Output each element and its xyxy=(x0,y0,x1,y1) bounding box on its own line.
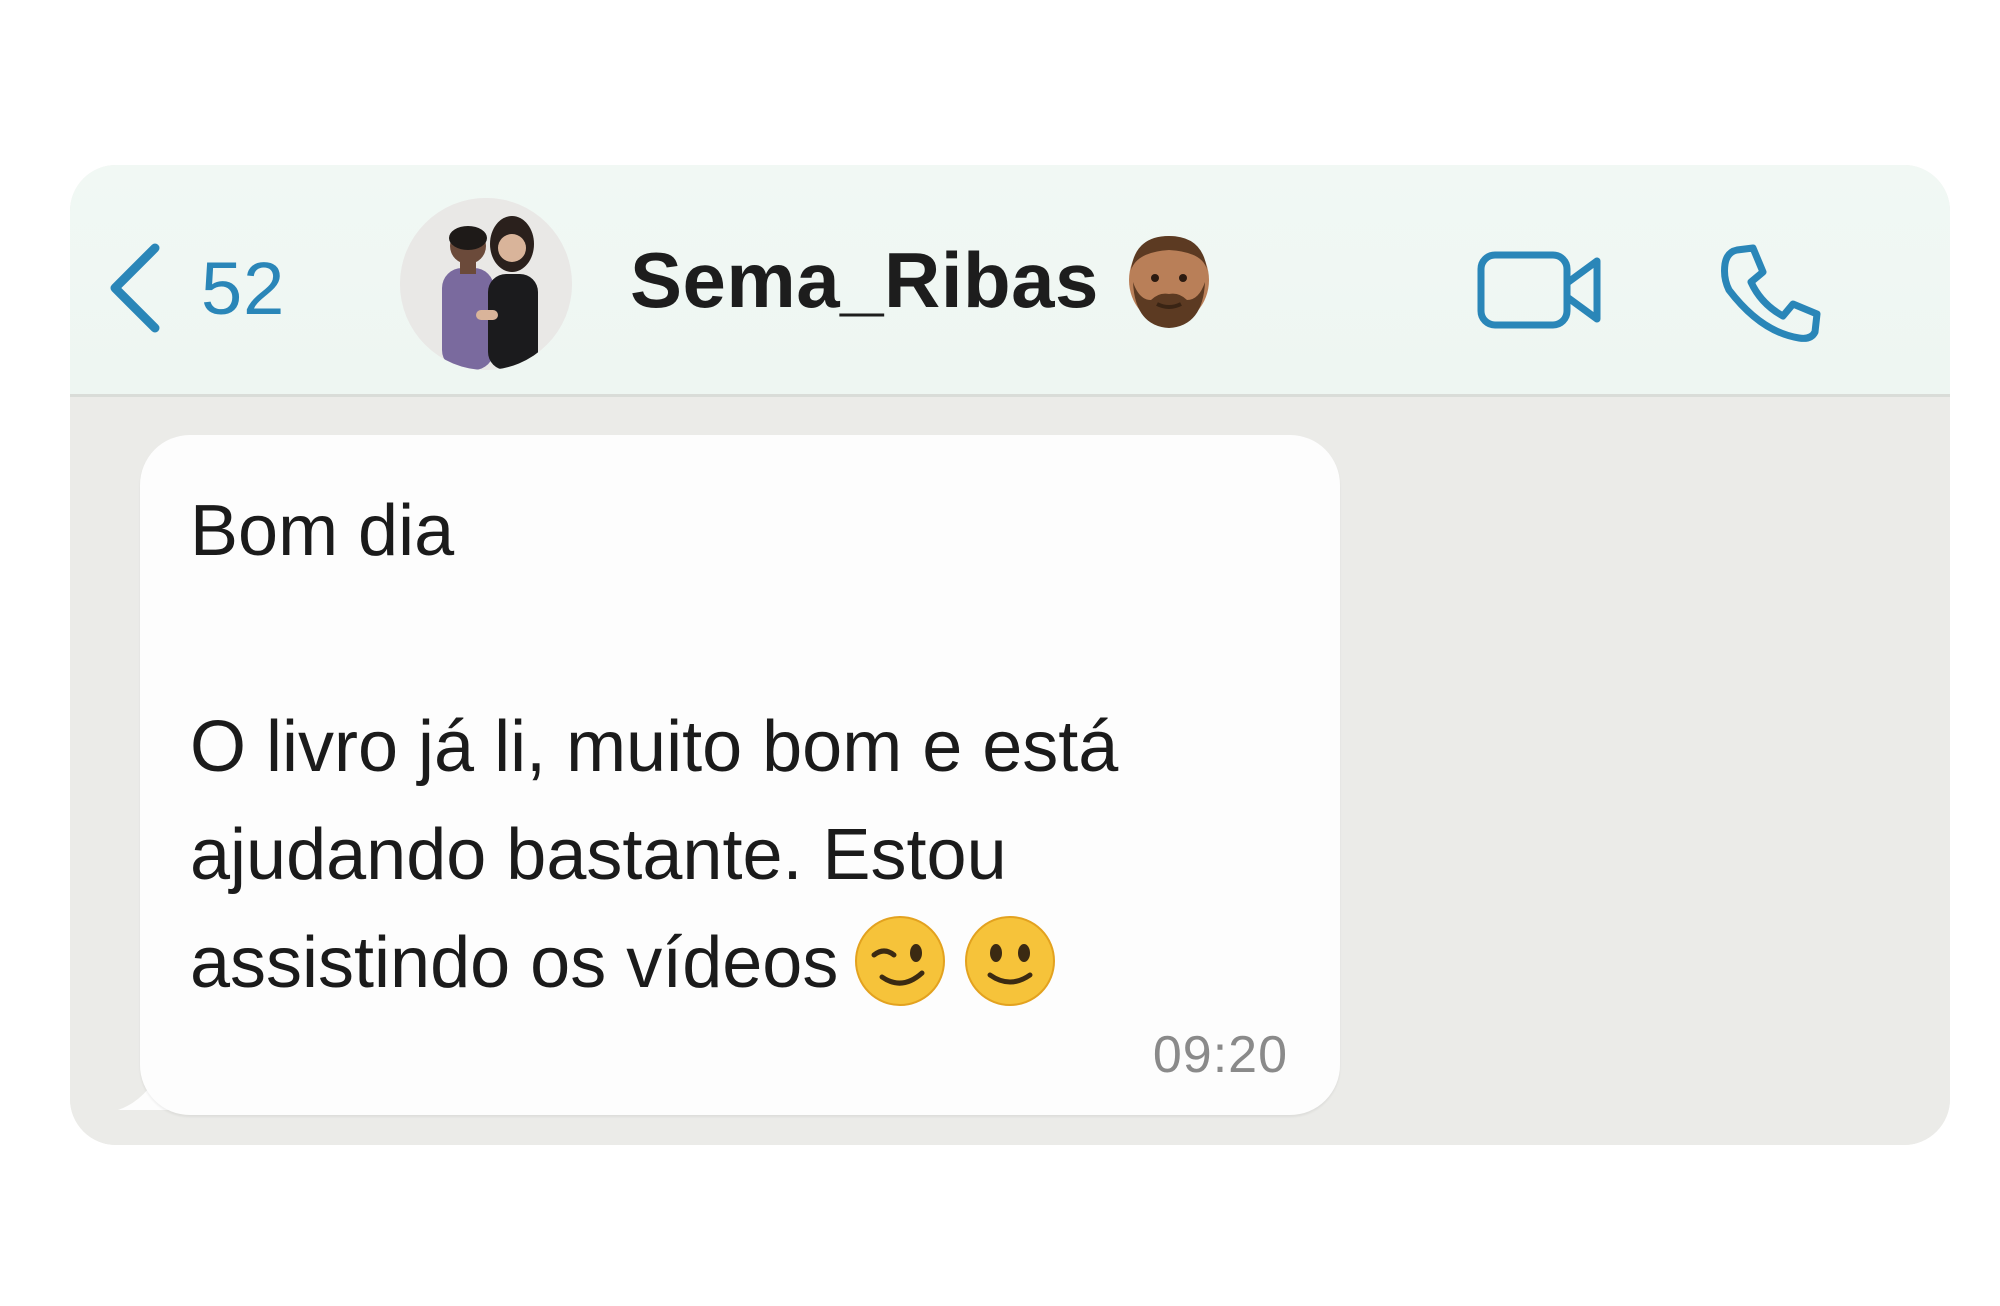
message-line: O livro já li, muito bom e está xyxy=(190,707,1119,787)
unread-count: 52 xyxy=(201,246,286,330)
chat-header: 52 Sema_Ribas xyxy=(70,165,1950,397)
contact-name: Sema_Ribas xyxy=(630,235,1099,324)
avatar-photo xyxy=(400,198,572,370)
chat-area[interactable]: Bom dia O livro já li, muito bom e está … xyxy=(70,400,1950,1145)
message-timestamp: 09:20 xyxy=(1152,1026,1288,1084)
bearded-man-emoji xyxy=(1128,236,1209,328)
message-line: assistindo os vídeos xyxy=(190,923,839,1003)
winking-face-emoji xyxy=(855,916,946,1006)
video-camera-icon xyxy=(1477,251,1601,329)
message-text: Bom dia O livro já li, muito bom e está … xyxy=(190,477,1300,1017)
contact-avatar[interactable] xyxy=(400,198,572,370)
message-line: Bom dia xyxy=(190,491,455,571)
message-line-with-emoji: assistindo os vídeos xyxy=(190,909,1300,1017)
message-line: ajudando bastante. Estou xyxy=(190,815,1007,895)
chevron-left-icon xyxy=(110,243,160,333)
voice-call-button[interactable] xyxy=(1715,240,1825,345)
video-call-button[interactable] xyxy=(1475,245,1605,335)
message-bubble[interactable]: Bom dia O livro já li, muito bom e está … xyxy=(140,435,1340,1115)
chat-window: 52 Sema_Ribas Bom dia O livro já li, mui… xyxy=(70,165,1950,1145)
contact-title[interactable]: Sema_Ribas xyxy=(630,230,1213,330)
phone-icon xyxy=(1721,244,1821,342)
back-button[interactable]: 52 xyxy=(105,240,285,336)
slightly-smiling-face-emoji xyxy=(965,916,1056,1006)
